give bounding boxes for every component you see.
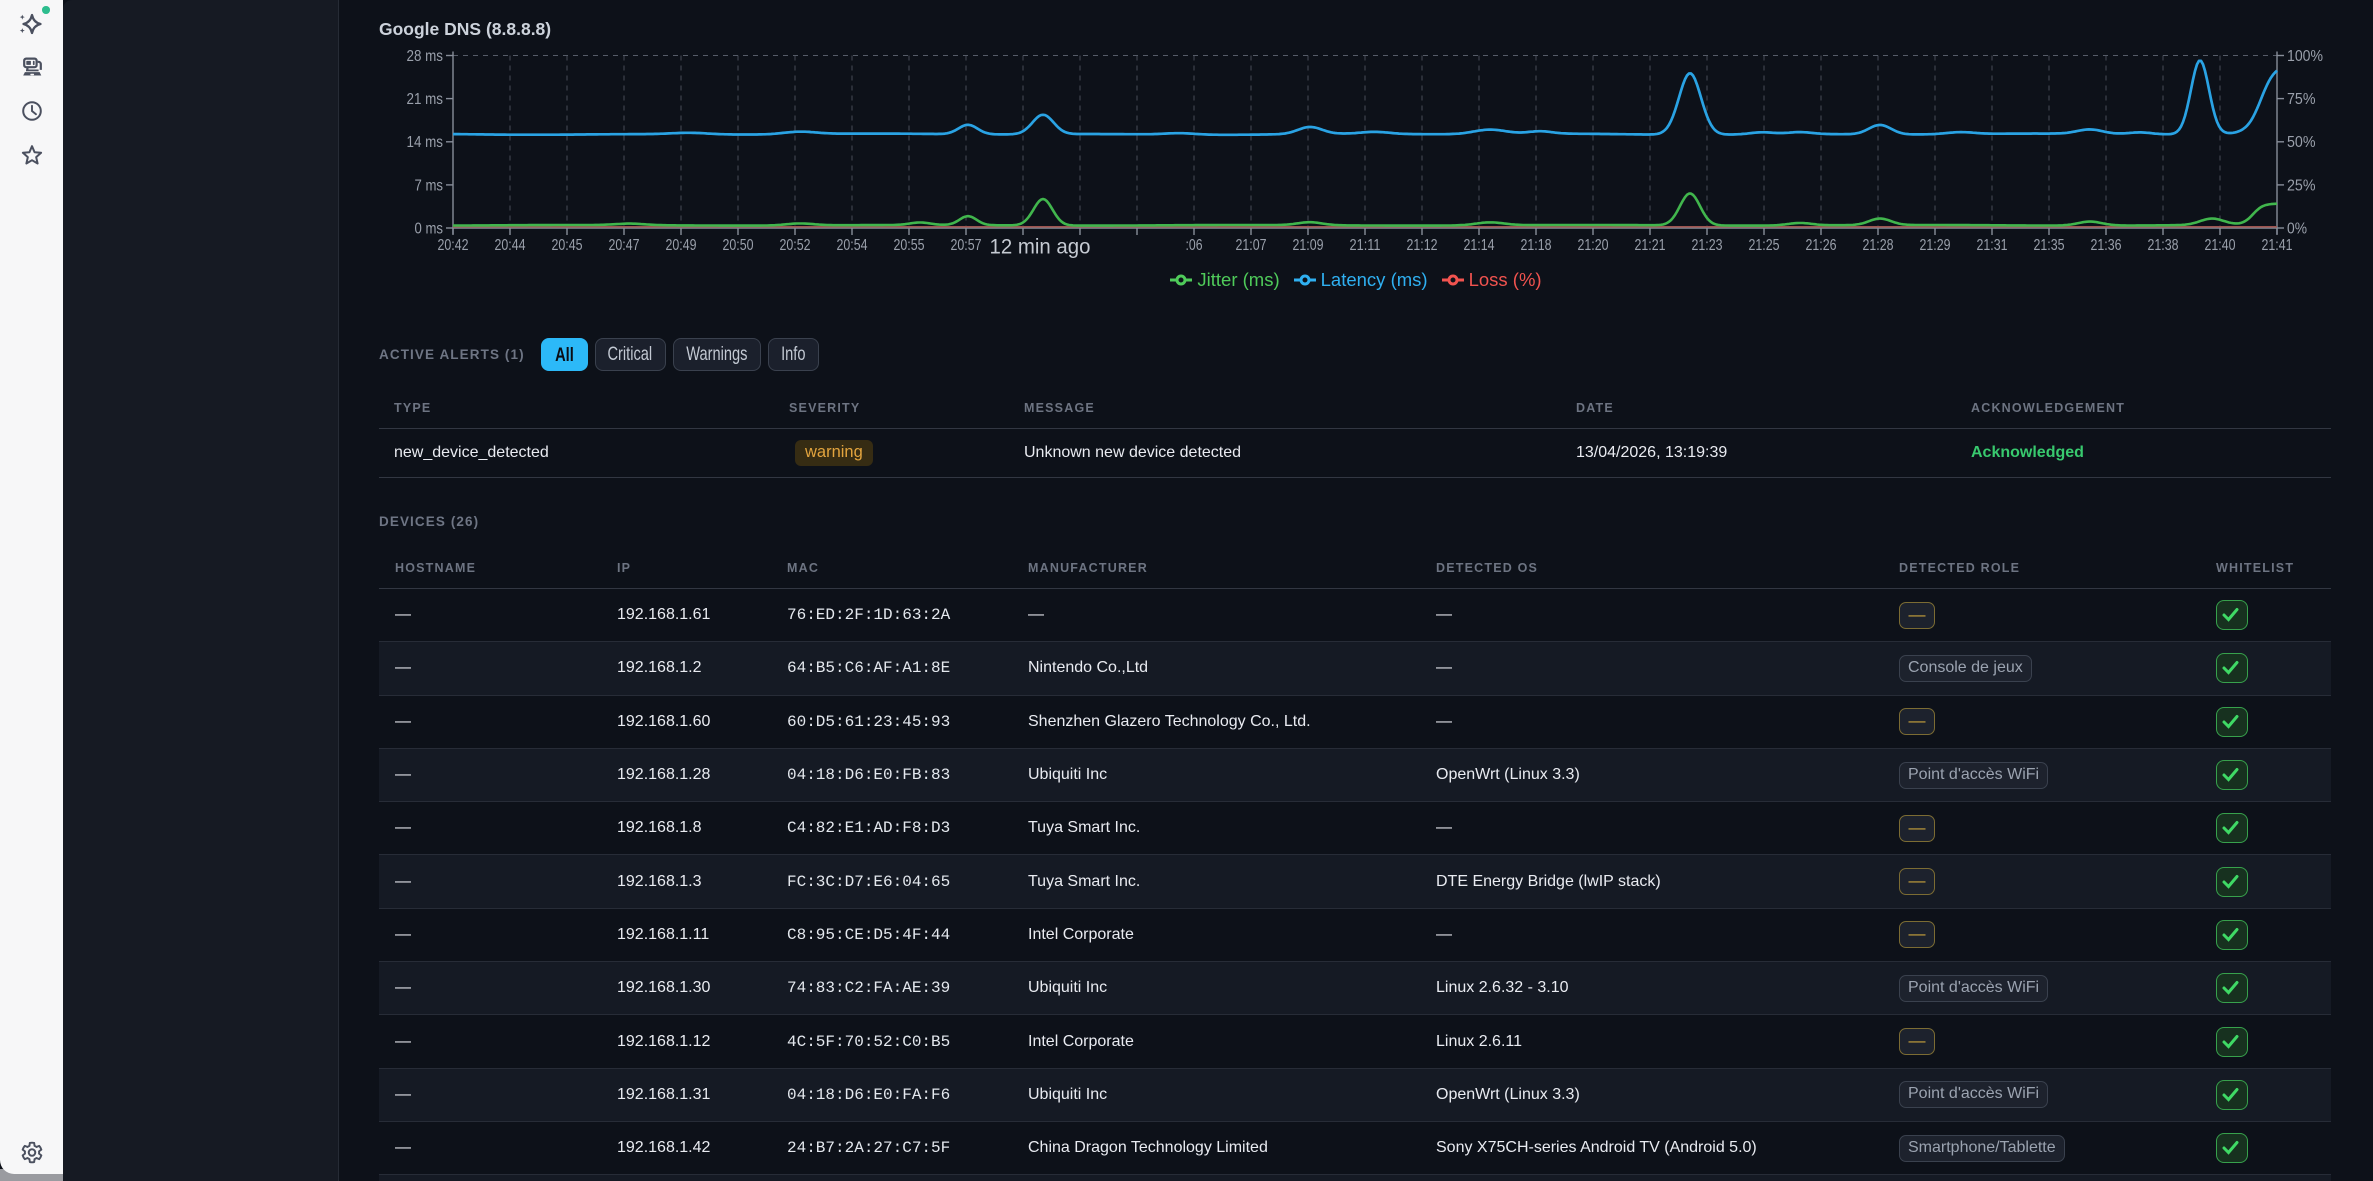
svg-text:21:36: 21:36 bbox=[2091, 237, 2122, 254]
svg-text:20:47: 20:47 bbox=[609, 237, 640, 254]
svg-text:21:21: 21:21 bbox=[1635, 237, 1666, 254]
svg-text:21:14: 21:14 bbox=[1464, 237, 1495, 254]
svg-text:21:31: 21:31 bbox=[1977, 237, 2008, 254]
svg-text:20:54: 20:54 bbox=[837, 237, 868, 254]
svg-text:20:52: 20:52 bbox=[780, 237, 811, 254]
svg-text:20:45: 20:45 bbox=[552, 237, 583, 254]
svg-text:21:12: 21:12 bbox=[1407, 237, 1438, 254]
svg-text:21:29: 21:29 bbox=[1920, 237, 1951, 254]
svg-text:21:38: 21:38 bbox=[2148, 237, 2179, 254]
svg-text:14 ms: 14 ms bbox=[407, 134, 444, 151]
svg-text:25%: 25% bbox=[2287, 177, 2316, 194]
svg-text:20:57: 20:57 bbox=[951, 237, 982, 254]
svg-text:21:35: 21:35 bbox=[2034, 237, 2065, 254]
svg-text:28 ms: 28 ms bbox=[407, 48, 444, 65]
svg-text:20:49: 20:49 bbox=[666, 237, 697, 254]
svg-text:21:09: 21:09 bbox=[1293, 237, 1324, 254]
svg-text:20:55: 20:55 bbox=[894, 237, 925, 254]
svg-text:0%: 0% bbox=[2287, 221, 2307, 238]
svg-text:100%: 100% bbox=[2287, 48, 2323, 65]
svg-text:21:20: 21:20 bbox=[1578, 237, 1609, 254]
svg-text:12 min ago: 12 min ago bbox=[990, 235, 1091, 259]
svg-text:7 ms: 7 ms bbox=[415, 177, 444, 194]
svg-text:0 ms: 0 ms bbox=[415, 221, 444, 238]
svg-text:21 ms: 21 ms bbox=[407, 91, 444, 108]
svg-text::06: :06 bbox=[1186, 237, 1203, 254]
svg-text:21:25: 21:25 bbox=[1749, 237, 1780, 254]
svg-text:21:28: 21:28 bbox=[1863, 237, 1894, 254]
svg-text:75%: 75% bbox=[2287, 91, 2316, 108]
svg-text:20:44: 20:44 bbox=[495, 237, 526, 254]
svg-text:21:07: 21:07 bbox=[1236, 237, 1267, 254]
svg-text:21:40: 21:40 bbox=[2205, 237, 2236, 254]
svg-text:21:41: 21:41 bbox=[2262, 237, 2293, 254]
svg-text:20:50: 20:50 bbox=[723, 237, 754, 254]
svg-text:20:42: 20:42 bbox=[438, 237, 469, 254]
svg-text:21:23: 21:23 bbox=[1692, 237, 1723, 254]
svg-text:21:11: 21:11 bbox=[1350, 237, 1381, 254]
svg-text:21:18: 21:18 bbox=[1521, 237, 1552, 254]
svg-text:50%: 50% bbox=[2287, 134, 2316, 151]
svg-text:21:26: 21:26 bbox=[1806, 237, 1837, 254]
